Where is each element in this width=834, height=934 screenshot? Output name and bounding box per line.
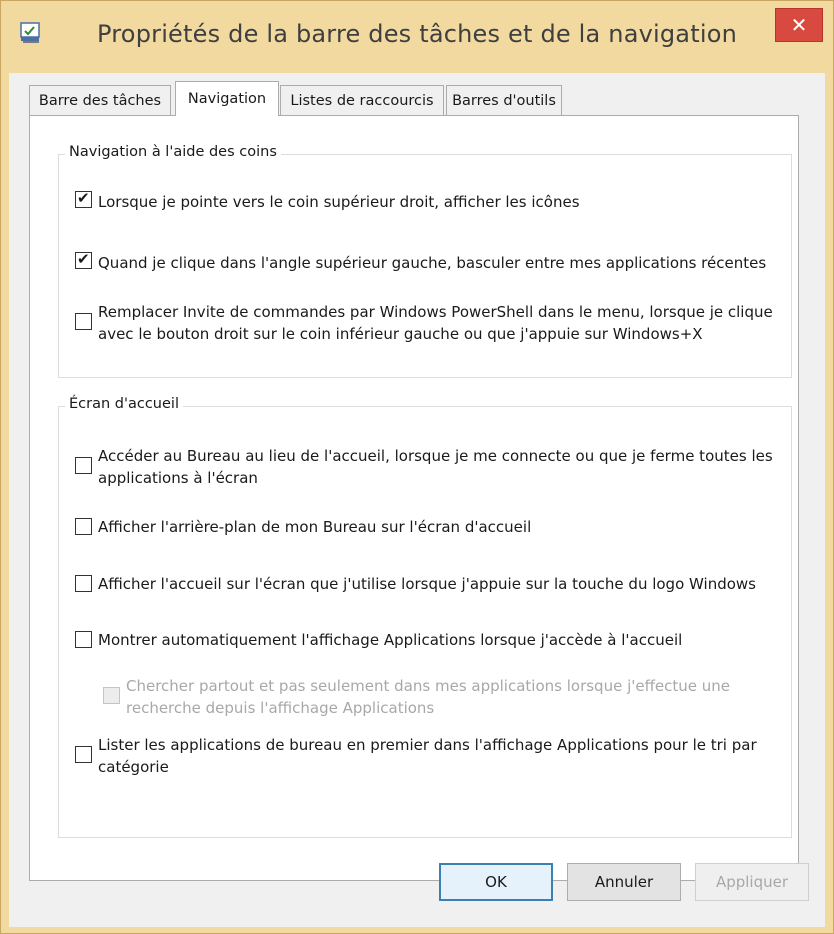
group-label: Navigation à l'aide des coins [65,144,281,160]
window-title: Propriétés de la barre des tâches et de … [97,20,737,48]
option-label: Afficher l'arrière-plan de mon Bureau su… [98,518,532,536]
option-label: Quand je clique dans l'angle supérieur g… [98,254,767,272]
dialog-client-area: Barre des tâches Navigation Listes de ra… [9,73,825,927]
option-desktop-background[interactable]: Afficher l'arrière-plan de mon Bureau su… [75,516,780,538]
close-icon: ✕ [790,13,808,37]
tab-label: Barres d'outils [452,92,556,109]
group-label: Écran d'accueil [65,396,183,412]
option-label: Remplacer Invite de commandes par Window… [98,303,773,343]
option-label: Montrer automatiquement l'affichage Appl… [98,631,683,649]
option-label: Afficher l'accueil sur l'écran que j'uti… [98,575,756,593]
tab-toolbars[interactable]: Barres d'outils [446,85,562,115]
title-bar[interactable]: Propriétés de la barre des tâches et de … [1,1,833,73]
checkbox[interactable] [75,518,92,535]
option-search-everywhere: Chercher partout et pas seulement dans m… [103,675,763,719]
checkbox[interactable] [75,313,92,330]
properties-window: Propriétés de la barre des tâches et de … [0,0,834,934]
checkbox[interactable] [75,250,92,269]
checkbox[interactable] [75,575,92,592]
tab-jump-lists[interactable]: Listes de raccourcis [280,85,444,115]
option-label: Chercher partout et pas seulement dans m… [126,677,731,717]
ok-button[interactable]: OK [439,863,553,901]
checkbox[interactable] [75,457,92,474]
option-list-desktop-apps-first[interactable]: Lister les applications de bureau en pre… [75,734,780,778]
option-label: Lister les applications de bureau en pre… [98,736,757,776]
option-start-on-current-display[interactable]: Afficher l'accueil sur l'écran que j'uti… [75,573,780,595]
checkbox[interactable] [75,746,92,763]
option-boot-to-desktop[interactable]: Accéder au Bureau au lieu de l'accueil, … [75,445,780,489]
tab-label: Navigation [187,91,267,107]
cancel-button[interactable]: Annuler [567,863,681,901]
option-label: Accéder au Bureau au lieu de l'accueil, … [98,447,773,487]
option-label: Lorsque je pointe vers le coin supérieur… [98,193,580,211]
option-show-charms[interactable]: Lorsque je pointe vers le coin supérieur… [75,189,775,213]
option-show-apps-view[interactable]: Montrer automatiquement l'affichage Appl… [75,629,780,651]
close-button[interactable]: ✕ [775,8,823,42]
tab-taskbar[interactable]: Barre des tâches [29,85,171,115]
option-powershell[interactable]: Remplacer Invite de commandes par Window… [75,301,780,345]
checkbox[interactable] [75,189,92,208]
navigation-tab-panel: Navigation à l'aide des coins Lorsque je… [29,115,799,881]
checkbox [103,687,120,704]
checkbox[interactable] [75,631,92,648]
option-switch-recent-apps[interactable]: Quand je clique dans l'angle supérieur g… [75,250,780,274]
corner-navigation-group: Navigation à l'aide des coins Lorsque je… [58,144,792,378]
tab-navigation[interactable]: Navigation [175,81,279,116]
start-screen-group: Écran d'accueil Accéder au Bureau au lie… [58,396,792,838]
apply-button: Appliquer [695,863,809,901]
tab-label: Barre des tâches [38,92,162,109]
tab-label: Listes de raccourcis [290,92,434,109]
